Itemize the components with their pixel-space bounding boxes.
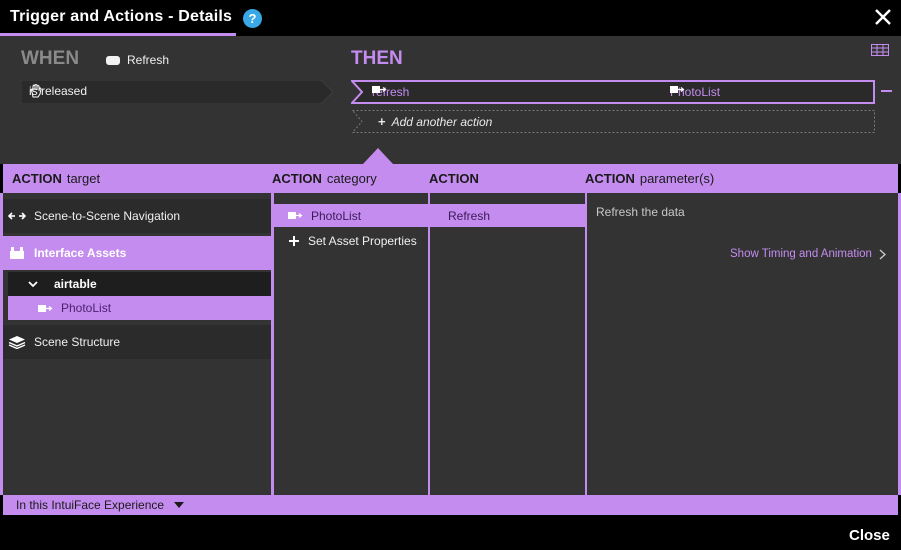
category-label: Set Asset Properties	[308, 233, 417, 248]
trigger-event-box[interactable]: is released	[21, 80, 333, 104]
target-interface-assets[interactable]: Interface Assets	[3, 236, 271, 270]
target-scene-structure[interactable]: Scene Structure	[3, 325, 271, 359]
action-name: refresh	[372, 85, 409, 99]
then-label: THEN	[351, 48, 403, 69]
target-asset-photolist[interactable]: PhotoList	[8, 296, 271, 320]
table-view-icon[interactable]	[871, 44, 889, 56]
caret-down-icon	[174, 502, 185, 508]
bottom-bar: Close	[0, 515, 901, 550]
action-description: Refresh the data	[596, 205, 685, 219]
plus-icon: +	[378, 114, 386, 129]
action-list: Refresh	[430, 193, 585, 495]
action-row[interactable]: refresh PhotoList	[351, 80, 875, 104]
header-action-category: ACTION category	[272, 171, 377, 186]
action-target: PhotoList	[670, 85, 720, 99]
target-scene-navigation[interactable]: Scene-to-Scene Navigation	[3, 199, 271, 233]
target-group-label: airtable	[54, 277, 97, 291]
category-photolist[interactable]: PhotoList	[274, 204, 428, 227]
header-action: ACTION	[429, 171, 479, 186]
target-asset-label: PhotoList	[61, 301, 112, 315]
layers-icon	[8, 336, 26, 349]
show-timing-link[interactable]: Show Timing and Animation	[730, 248, 886, 260]
category-label: PhotoList	[311, 208, 362, 223]
chevron-right-icon	[879, 248, 886, 260]
category-set-asset-properties[interactable]: Set Asset Properties	[274, 229, 428, 252]
target-group-airtable[interactable]: airtable	[8, 272, 271, 296]
column-headers: ACTION target ACTION category ACTION ACTIO…	[0, 164, 901, 193]
parameters-panel: Refresh the data Show Timing and Animati…	[587, 193, 898, 495]
title-bar: Trigger and Actions - Details ?	[0, 0, 901, 36]
trigger-action-summary: WHEN Refresh is released THEN refresh Ph…	[0, 36, 901, 164]
plug-icon	[670, 86, 685, 93]
action-picker: Scene-to-Scene Navigation Interface Asse…	[0, 193, 901, 495]
close-icon[interactable]	[872, 6, 894, 28]
scope-bar: In this IntuiFace Experience	[0, 495, 901, 515]
plug-icon	[372, 86, 387, 93]
target-label: Scene Structure	[34, 335, 121, 349]
when-label: WHEN	[21, 48, 80, 69]
add-action-button[interactable]: + Add another action	[352, 110, 875, 133]
add-action-label: Add another action	[391, 114, 493, 129]
timing-link-label: Show Timing and Animation	[730, 248, 872, 260]
hand-press-icon	[30, 84, 42, 98]
interface-assets-icon	[10, 247, 24, 259]
button-asset-icon	[106, 55, 120, 65]
navigation-arrows-icon	[8, 212, 26, 220]
window-title: Trigger and Actions - Details	[10, 8, 233, 25]
header-action-parameters: ACTION parameter(s)	[585, 171, 715, 186]
action-label: Refresh	[448, 208, 491, 223]
target-list: Scene-to-Scene Navigation Interface Asse…	[3, 193, 271, 495]
scope-label: In this IntuiFace Experience	[16, 498, 165, 512]
target-label: Scene-to-Scene Navigation	[34, 209, 181, 223]
action-row-shape	[351, 80, 875, 104]
scope-dropdown[interactable]: In this IntuiFace Experience	[16, 498, 185, 512]
target-label: Interface Assets	[34, 246, 127, 260]
chevron-down-icon	[28, 281, 38, 288]
selection-pointer	[363, 148, 393, 164]
plug-icon	[38, 304, 53, 312]
close-button[interactable]: Close	[849, 527, 890, 544]
header-action-target: ACTION target	[12, 171, 101, 186]
remove-action-button[interactable]	[881, 90, 892, 92]
trigger-source-name: Refresh	[127, 53, 170, 67]
plus-icon	[289, 235, 299, 246]
trigger-source[interactable]: Refresh	[106, 53, 169, 67]
action-refresh[interactable]: Refresh	[430, 204, 585, 227]
plug-icon	[288, 212, 303, 219]
category-list: PhotoList Set Asset Properties	[274, 193, 428, 495]
help-icon[interactable]: ?	[243, 9, 262, 28]
